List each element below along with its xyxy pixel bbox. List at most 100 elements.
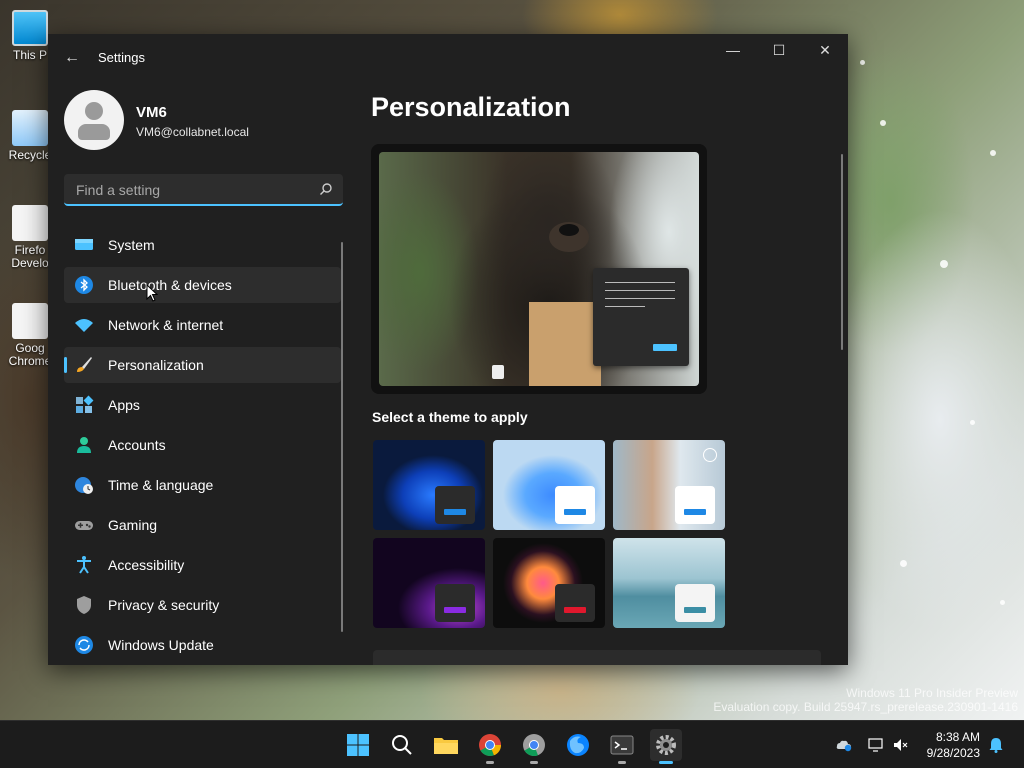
sidebar-item-apps[interactable]: Apps [64, 387, 341, 423]
sidebar-item-personalization[interactable]: Personalization [64, 347, 341, 383]
desktop-icon-label: This P [12, 48, 47, 62]
sidebar-item-label: Bluetooth & devices [108, 277, 232, 293]
gamepad-icon [75, 521, 93, 530]
sidebar-item-label: Gaming [108, 517, 158, 533]
page-title: Personalization [371, 92, 571, 122]
apps-icon [76, 395, 94, 413]
recycle-bin-icon [12, 110, 48, 146]
watermark-line-2: Evaluation copy. Build 25947.rs_prerelea… [713, 700, 1018, 714]
theme-tile-custom-photo[interactable] [613, 440, 725, 530]
search-icon [392, 735, 412, 755]
volume-muted-icon[interactable] [893, 737, 909, 753]
sidebar-item-label: Personalization [108, 357, 204, 373]
sidebar-item-accounts[interactable]: Accounts [64, 427, 341, 463]
desktop-icon-label: Firefo Develo [11, 243, 49, 270]
chrome-shortcut-icon [12, 303, 48, 339]
brush-icon [77, 357, 92, 372]
search-box[interactable] [64, 174, 343, 206]
globe-clock-icon [75, 477, 93, 494]
taskbar-start-button[interactable] [342, 729, 374, 761]
theme-preview [371, 144, 707, 394]
sidebar-item-label: Accounts [108, 437, 166, 453]
taskbar-firefox-dev[interactable] [562, 729, 594, 761]
main-scrollbar[interactable] [841, 154, 843, 350]
sidebar-item-label: Windows Update [108, 637, 214, 653]
file-explorer-icon [434, 738, 458, 754]
taskbar-file-explorer[interactable] [430, 729, 462, 761]
desktop-icon-chrome[interactable]: Goog Chrome [6, 303, 54, 368]
theme-section-heading: Select a theme to apply [372, 409, 528, 425]
mouse-cursor-icon [146, 284, 158, 302]
theme-tile-captured-motion[interactable] [493, 538, 605, 628]
theme-tile-glow[interactable] [373, 538, 485, 628]
theme-tile-flow[interactable] [613, 538, 725, 628]
taskbar-chrome-dev[interactable] [518, 729, 550, 764]
search-icon [320, 183, 332, 195]
sidebar-item-time-language[interactable]: Time & language [64, 467, 341, 503]
sidebar-item-label: Time & language [108, 477, 214, 493]
selected-check-icon [703, 448, 717, 462]
chrome-dev-icon [523, 734, 545, 757]
firefox-developer-shortcut-icon [12, 205, 48, 241]
back-button[interactable]: ← [60, 46, 84, 70]
terminal-icon [610, 735, 634, 755]
sidebar-item-bluetooth-devices[interactable]: Bluetooth & devices [64, 267, 341, 303]
main-content: Personalization Select a theme to apply [371, 34, 848, 665]
sidebar-item-label: Apps [108, 397, 140, 413]
sidebar-item-system[interactable]: System [64, 227, 341, 263]
notification-bell-icon[interactable] [988, 737, 1004, 753]
settings-icon [656, 735, 676, 755]
desktop-icon-recycle-bin[interactable]: Recycle [6, 110, 54, 162]
preview-mini-window [593, 268, 689, 366]
user-name: VM6 [136, 104, 167, 121]
system-icon [75, 239, 93, 250]
sidebar-item-privacy-security[interactable]: Privacy & security [64, 587, 341, 623]
user-email: VM6@collabnet.local [136, 125, 249, 139]
avatar [64, 90, 124, 150]
sidebar-item-label: System [108, 237, 155, 253]
sidebar-item-label: Network & internet [108, 317, 224, 333]
sidebar-item-accessibility[interactable]: Accessibility [64, 547, 341, 583]
bluetooth-icon [75, 276, 93, 294]
clock-time: 8:38 AM [935, 730, 980, 744]
clock-date: 9/28/2023 [926, 746, 980, 760]
watermark-line-1: Windows 11 Pro Insider Preview [846, 686, 1018, 700]
onedrive-status-icon[interactable] [836, 737, 852, 753]
preview-wallpaper [379, 152, 699, 386]
taskbar-search-button[interactable] [386, 729, 418, 761]
search-input[interactable] [74, 180, 313, 200]
taskbar: 8:38 AM 9/28/2023 [0, 720, 1024, 768]
settings-card[interactable] [373, 650, 821, 665]
accounts-icon [77, 437, 91, 453]
wifi-icon [75, 319, 93, 332]
shield-icon [77, 596, 91, 614]
taskbar-terminal[interactable] [606, 729, 638, 764]
desktop-icon-label: Recycle [8, 148, 52, 162]
theme-tile-windows-light[interactable] [493, 440, 605, 530]
firefox-dev-icon [567, 734, 589, 756]
taskbar-settings[interactable] [650, 729, 682, 764]
computer-icon [12, 10, 48, 46]
sidebar-scrollbar[interactable] [341, 242, 343, 632]
accessibility-icon [77, 556, 91, 574]
chrome-icon [479, 734, 502, 757]
desktop-icon-label: Goog Chrome [8, 341, 52, 368]
theme-tile-windows-dark[interactable] [373, 440, 485, 530]
window-title: Settings [98, 50, 145, 65]
sidebar-item-label: Privacy & security [108, 597, 220, 613]
evaluation-watermark: Windows 11 Pro Insider Preview Evaluatio… [713, 686, 1018, 714]
sidebar-item-windows-update[interactable]: Windows Update [64, 627, 341, 663]
back-arrow-icon: ← [64, 49, 80, 66]
update-icon [75, 636, 93, 654]
network-icon[interactable] [868, 737, 884, 753]
settings-window: ← Settings — ☐ ✕ VM6 VM6@collabnet.local [48, 34, 848, 665]
sidebar-item-gaming[interactable]: Gaming [64, 507, 341, 543]
system-clock[interactable]: 8:38 AM 9/28/2023 [927, 729, 980, 761]
taskbar-chrome[interactable] [474, 729, 506, 764]
sidebar-item-network-internet[interactable]: Network & internet [64, 307, 341, 343]
sidebar-item-label: Accessibility [108, 557, 185, 573]
sidebar-nav: System Bluetooth & devices Network & int… [64, 227, 341, 665]
start-icon [347, 734, 369, 756]
desktop-icon-this-pc[interactable]: This P [6, 10, 54, 62]
desktop-icon-firefox-developer[interactable]: Firefo Develo [6, 205, 54, 270]
